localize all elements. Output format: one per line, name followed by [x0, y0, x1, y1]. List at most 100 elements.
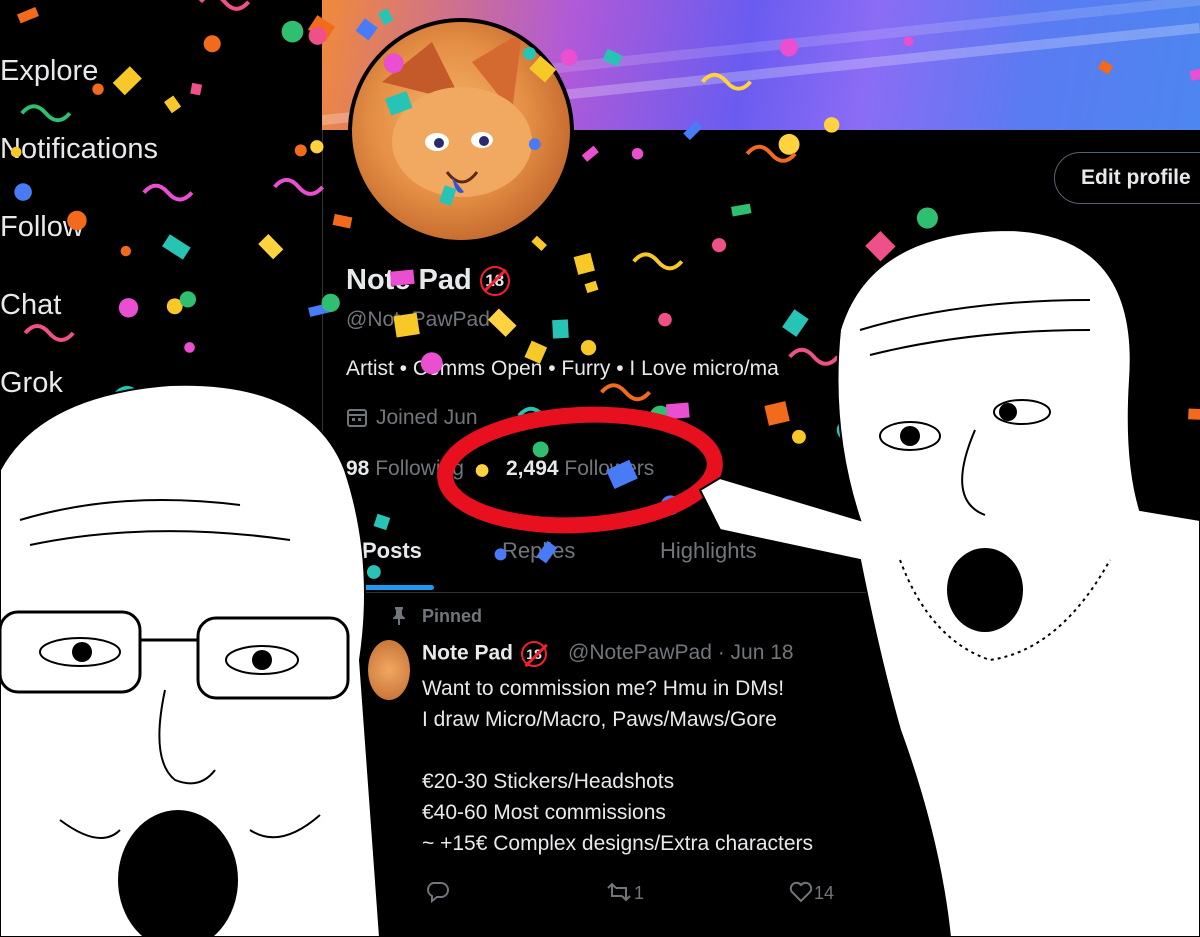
confetti-piece	[791, 429, 806, 444]
confetti-piece	[373, 513, 391, 531]
confetti-piece	[665, 402, 690, 420]
confetti-piece	[366, 565, 381, 579]
confetti-piece	[67, 210, 87, 231]
confetti-piece	[277, 539, 295, 557]
confetti-piece	[17, 7, 39, 24]
confetti-piece	[522, 46, 536, 60]
confetti-piece	[969, 373, 986, 389]
confetti-piece	[778, 133, 800, 155]
confetti-piece	[1051, 439, 1067, 456]
confetti-piece	[660, 495, 681, 516]
confetti-piece	[896, 517, 918, 535]
confetti-piece	[310, 140, 324, 154]
confetti-piece	[179, 291, 197, 308]
confetti-piece	[531, 235, 547, 252]
confetti-piece	[580, 340, 597, 356]
confetti-piece	[210, 411, 230, 431]
confetti-piece	[957, 249, 969, 262]
confetti-piece	[632, 252, 684, 271]
confetti-piece	[1126, 598, 1154, 612]
confetti-piece	[1188, 408, 1200, 420]
confetti-piece	[782, 309, 809, 337]
confetti-piece	[552, 319, 569, 339]
confetti-piece	[683, 120, 703, 141]
confetti-piece	[377, 8, 394, 26]
confetti-piece	[524, 340, 548, 364]
confetti-piece	[383, 53, 404, 74]
confetti-piece	[751, 503, 774, 526]
confetti-piece	[199, 0, 251, 11]
confetti-piece	[1062, 578, 1114, 597]
confetti-overlay	[10, 0, 1200, 612]
confetti-piece	[861, 357, 876, 372]
confetti-piece	[836, 419, 858, 441]
confetti-piece	[92, 83, 104, 95]
confetti-piece	[385, 90, 413, 116]
confetti-piece	[487, 308, 517, 337]
confetti-piece	[294, 144, 307, 157]
confetti-piece	[332, 213, 353, 229]
confetti-piece	[355, 18, 378, 41]
confetti-piece	[966, 497, 990, 514]
confetti-piece	[113, 385, 165, 404]
confetti-piece	[142, 183, 194, 202]
confetti-piece	[903, 36, 914, 47]
confetti-piece	[321, 293, 340, 312]
confetti-piece	[420, 352, 443, 375]
confetti-piece	[991, 448, 1016, 472]
confetti-piece	[98, 589, 150, 608]
confetti-piece	[14, 183, 32, 201]
confetti-piece	[865, 230, 896, 262]
confetti-piece	[273, 177, 325, 196]
confetti-piece	[10, 146, 22, 158]
confetti-piece	[494, 548, 507, 561]
confetti-piece	[20, 104, 72, 123]
confetti-piece	[658, 312, 672, 327]
confetti-piece	[389, 269, 415, 286]
confetti-piece	[163, 95, 182, 114]
confetti-piece	[23, 324, 75, 342]
confetti-piece	[162, 234, 191, 260]
confetti-piece	[823, 117, 840, 133]
confetti-piece	[258, 234, 284, 260]
confetti-piece	[560, 49, 578, 66]
confetti-piece	[203, 35, 221, 53]
confetti-piece	[517, 406, 569, 425]
confetti-piece	[581, 145, 599, 162]
confetti-piece	[393, 312, 420, 338]
confetti-piece	[308, 26, 327, 45]
confetti-piece	[277, 437, 299, 458]
confetti-piece	[711, 238, 727, 253]
confetti-piece	[600, 383, 652, 402]
confetti-piece	[529, 55, 557, 83]
confetti-piece	[270, 509, 282, 521]
confetti-piece	[528, 138, 541, 151]
confetti-piece	[918, 523, 970, 542]
confetti-piece	[536, 540, 558, 564]
confetti-piece	[293, 484, 316, 506]
confetti-piece	[779, 38, 798, 57]
confetti-piece	[190, 82, 203, 96]
confetti-piece	[764, 401, 790, 426]
confetti-piece	[731, 203, 752, 217]
confetti-piece	[888, 273, 940, 292]
confetti-piece	[204, 484, 227, 507]
confetti-piece	[819, 528, 839, 548]
confetti-piece	[118, 298, 139, 318]
confetti-piece	[916, 207, 938, 229]
confetti-piece	[631, 147, 644, 160]
confetti-piece	[573, 252, 595, 275]
confetti-piece	[86, 540, 99, 553]
confetti-piece	[112, 66, 142, 96]
confetti-piece	[439, 185, 457, 206]
confetti-piece	[281, 20, 304, 43]
confetti-piece	[606, 459, 638, 489]
confetti-piece	[120, 245, 132, 257]
confetti-piece	[475, 464, 489, 477]
confetti-piece	[144, 443, 161, 460]
confetti-piece	[602, 48, 623, 67]
confetti-piece	[184, 342, 195, 353]
confetti-piece	[700, 72, 753, 91]
confetti-piece	[1097, 59, 1114, 75]
confetti-piece	[584, 280, 599, 294]
